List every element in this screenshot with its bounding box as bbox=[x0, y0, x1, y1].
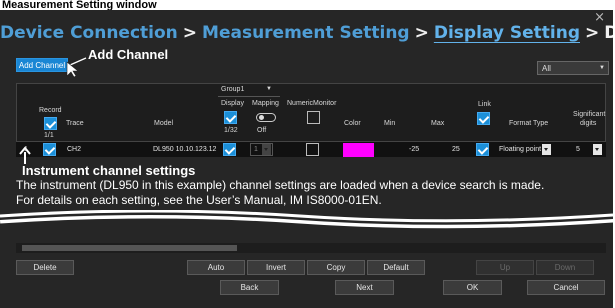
back-button[interactable]: Back bbox=[220, 280, 279, 295]
move-down-button[interactable]: Down bbox=[536, 260, 594, 275]
digits-select[interactable]: 5 bbox=[572, 143, 604, 156]
step-measurement-setting[interactable]: Measurement Setting bbox=[202, 23, 410, 43]
format-type-value: Floating point bbox=[499, 146, 542, 153]
step-daq-setting[interactable]: DAQ Setting bbox=[604, 23, 613, 43]
step-separator: > bbox=[182, 23, 198, 43]
wizard-steps: Device Connection > Measurement Setting > Di… bbox=[0, 23, 613, 43]
header-mapping: Mapping bbox=[252, 100, 279, 107]
group-select[interactable]: Group1 ▼ bbox=[218, 86, 280, 97]
header-max: Max bbox=[431, 120, 445, 127]
auto-button[interactable]: Auto bbox=[187, 260, 245, 275]
invert-button[interactable]: Invert bbox=[247, 260, 305, 275]
header-significant: Significant bbox=[573, 111, 606, 118]
note-line-2: For details on each setting, see the Use… bbox=[16, 193, 382, 207]
step-device-connection[interactable]: Device Connection bbox=[0, 23, 178, 43]
numeric-monitor-all-checkbox[interactable] bbox=[307, 111, 320, 124]
instrument-channel-note: Instrument channel settings The instrume… bbox=[16, 163, 544, 208]
record-checkbox[interactable] bbox=[43, 143, 56, 156]
chevron-down-icon: ▼ bbox=[599, 65, 605, 71]
display-all-checkbox[interactable] bbox=[224, 111, 237, 124]
header-display: Display bbox=[221, 100, 244, 107]
default-button[interactable]: Default bbox=[367, 260, 425, 275]
cancel-button[interactable]: Cancel bbox=[527, 280, 605, 295]
filter-value: All bbox=[542, 64, 551, 73]
header-link: Link bbox=[478, 101, 491, 108]
scrollbar-thumb[interactable] bbox=[22, 245, 237, 251]
callout-add-channel: Add Channel bbox=[88, 47, 169, 62]
record-all-checkbox[interactable] bbox=[44, 117, 57, 130]
trace-name: CH2 bbox=[67, 146, 82, 153]
delete-button[interactable]: Delete bbox=[16, 260, 74, 275]
table-row[interactable]: 1 CH2 DL950 10.10.123.12 1 -25 25 Floati… bbox=[16, 141, 606, 157]
dropdown-icon bbox=[262, 144, 271, 155]
header-numeric-monitor: NumericMonitor bbox=[287, 100, 337, 107]
max-value[interactable]: 25 bbox=[452, 146, 460, 153]
header-min: Min bbox=[384, 120, 396, 127]
model-address: DL950 10.10.123.12 bbox=[153, 146, 217, 153]
mapping-value: 1 bbox=[254, 146, 258, 153]
step-separator: > bbox=[585, 23, 600, 43]
mapping-select[interactable]: 1 bbox=[250, 143, 273, 156]
numeric-monitor-checkbox[interactable] bbox=[306, 143, 319, 156]
header-record: Record bbox=[39, 107, 62, 114]
add-channel-button[interactable]: Add Channel bbox=[16, 58, 68, 72]
link-all-checkbox[interactable] bbox=[477, 112, 490, 125]
step-separator: > bbox=[414, 23, 429, 43]
torn-edge-divider bbox=[0, 210, 613, 244]
mapping-state: Off bbox=[257, 127, 267, 134]
record-count: 1/1 bbox=[44, 132, 54, 139]
header-trace: Trace bbox=[66, 120, 84, 127]
note-title: Instrument channel settings bbox=[22, 163, 196, 178]
link-checkbox[interactable] bbox=[476, 143, 489, 156]
mapping-toggle-icon[interactable] bbox=[256, 113, 276, 122]
measurement-setting-window: × Device Connection > Measurement Setting >… bbox=[0, 10, 613, 308]
ok-button[interactable]: OK bbox=[443, 280, 502, 295]
header-digits: digits bbox=[580, 120, 597, 127]
display-count: 1/32 bbox=[224, 127, 238, 134]
move-up-button[interactable]: Up bbox=[476, 260, 534, 275]
group-label: Group1 bbox=[221, 86, 245, 93]
copy-button[interactable]: Copy bbox=[307, 260, 365, 275]
display-checkbox[interactable] bbox=[223, 143, 236, 156]
format-type-select[interactable]: Floating point bbox=[497, 143, 551, 156]
header-model: Model bbox=[154, 120, 174, 127]
channel-filter-select[interactable]: All ▼ bbox=[537, 61, 609, 75]
callout-arrow-icon bbox=[66, 57, 87, 78]
chevron-down-icon: ▼ bbox=[266, 86, 272, 92]
min-value[interactable]: -25 bbox=[409, 146, 419, 153]
trace-color-swatch[interactable] bbox=[343, 143, 374, 157]
header-color: Color bbox=[344, 120, 361, 127]
next-button[interactable]: Next bbox=[335, 280, 394, 295]
dropdown-icon bbox=[542, 144, 551, 155]
header-format-type: Format Type bbox=[509, 120, 549, 127]
dropdown-icon bbox=[593, 144, 602, 155]
horizontal-scrollbar[interactable] bbox=[16, 243, 606, 253]
step-display-setting[interactable]: Display Setting bbox=[434, 23, 580, 43]
note-line-1: The instrument (DL950 in this example) c… bbox=[16, 178, 545, 192]
digits-value: 5 bbox=[576, 146, 580, 153]
